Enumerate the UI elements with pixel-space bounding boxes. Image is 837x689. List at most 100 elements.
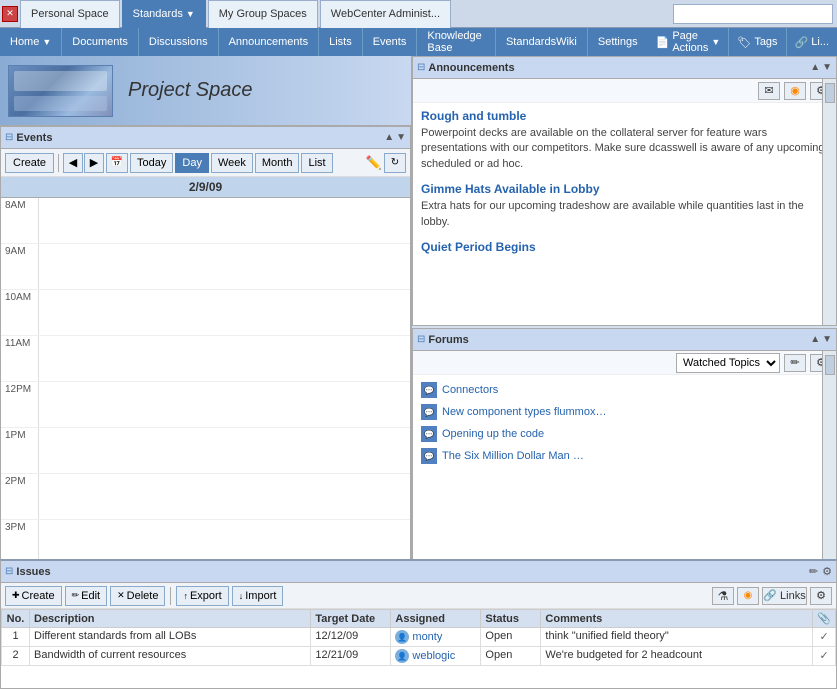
time-slot-12pm: 12PM bbox=[1, 382, 410, 428]
links-icon: 🔗 bbox=[795, 36, 809, 49]
menu-standards-wiki[interactable]: StandardsWiki bbox=[495, 28, 587, 56]
issues-edit-btn[interactable]: ✏ Edit bbox=[65, 586, 108, 606]
forum-icon-1: 💬 bbox=[421, 382, 437, 398]
ann-item-1: Rough and tumble Powerpoint decks are av… bbox=[421, 109, 828, 172]
menu-links[interactable]: 🔗 Li... bbox=[786, 28, 837, 56]
menu-lists[interactable]: Lists bbox=[318, 28, 362, 56]
cal-icon-btn[interactable]: 📅 bbox=[106, 153, 128, 173]
issues-panel-title: Issues bbox=[16, 566, 809, 578]
events-scroll-down-icon[interactable]: ▼ bbox=[396, 132, 406, 143]
forum-link-4[interactable]: The Six Million Dollar Man … bbox=[442, 450, 584, 462]
ann-rss-icon[interactable]: ◉ bbox=[784, 82, 806, 100]
ann-compose-icon[interactable]: ✉ bbox=[758, 82, 780, 100]
issues-import-btn[interactable]: ↓ Import bbox=[232, 586, 284, 606]
forum-item-1: 💬 Connectors bbox=[421, 379, 828, 401]
issues-panel: ⊟ Issues ✏ ⚙ ✚ Create ✏ Edit ✕ Delete ↑ … bbox=[0, 559, 837, 689]
forum-icon-2: 💬 bbox=[421, 404, 437, 420]
user-icon-monty: 👤 bbox=[395, 630, 409, 644]
week-btn[interactable]: Week bbox=[211, 153, 253, 173]
edit-event-icon[interactable]: ✏️ bbox=[366, 155, 382, 171]
issues-rss-icon[interactable]: ◉ bbox=[737, 587, 759, 605]
user-icon-weblogic: 👤 bbox=[395, 649, 409, 663]
forum-link-3[interactable]: Opening up the code bbox=[442, 428, 544, 440]
tab-webcenter-admin[interactable]: WebCenter Administ... bbox=[320, 0, 451, 28]
ann-title-1[interactable]: Rough and tumble bbox=[421, 109, 828, 123]
events-panel-title: Events bbox=[16, 132, 384, 144]
col-description: Description bbox=[30, 610, 311, 628]
issues-settings-icon[interactable]: ⚙ bbox=[822, 565, 832, 578]
col-attach: 📎 bbox=[813, 610, 836, 628]
issues-row-2: 2 Bandwidth of current resources 12/21/0… bbox=[2, 647, 836, 666]
forums-edit-icon[interactable]: ✏ bbox=[784, 354, 806, 372]
issues-settings2-icon[interactable]: ⚙ bbox=[810, 587, 832, 605]
page-actions-arrow-icon: ▼ bbox=[711, 37, 720, 47]
issues-edit-icon[interactable]: ✏ bbox=[809, 565, 818, 578]
ann-title-3[interactable]: Quiet Period Begins bbox=[421, 240, 828, 254]
cal-prev-btn[interactable]: ◀ bbox=[63, 153, 83, 173]
issues-import-icon: ↓ bbox=[239, 591, 244, 601]
close-btn[interactable]: ✕ bbox=[2, 6, 18, 22]
menu-settings[interactable]: Settings bbox=[587, 28, 648, 56]
menu-documents[interactable]: Documents bbox=[61, 28, 138, 56]
menu-knowledge-base[interactable]: Knowledge Base bbox=[416, 28, 495, 56]
forums-expand-icon[interactable]: ⊟ bbox=[417, 334, 425, 345]
events-scroll-up-icon[interactable]: ▲ bbox=[384, 132, 394, 143]
announcements-panel: ⊟ Announcements ▲ ▼ ✉ ◉ ⚙ Rough and tumb… bbox=[412, 56, 837, 326]
issues-filter-icon[interactable]: ⚗ bbox=[712, 587, 734, 605]
assigned-weblogic[interactable]: weblogic bbox=[412, 650, 455, 662]
month-btn[interactable]: Month bbox=[255, 153, 300, 173]
issues-export-btn[interactable]: ↑ Export bbox=[176, 586, 228, 606]
menu-discussions[interactable]: Discussions bbox=[138, 28, 218, 56]
day-btn[interactable]: Day bbox=[175, 153, 209, 173]
forums-panel-title: Forums bbox=[428, 334, 810, 346]
tab-my-group-spaces[interactable]: My Group Spaces bbox=[208, 0, 318, 28]
col-comments: Comments bbox=[541, 610, 813, 628]
issues-row-1: 1 Different standards from all LOBs 12/1… bbox=[2, 628, 836, 647]
ann-scroll-down-icon[interactable]: ▼ bbox=[822, 62, 832, 73]
issues-create-icon: ✚ bbox=[12, 590, 20, 601]
create-event-btn[interactable]: Create bbox=[5, 153, 54, 173]
ann-text-2: Extra hats for our upcoming tradeshow ar… bbox=[421, 199, 828, 230]
refresh-event-icon[interactable]: ↻ bbox=[384, 153, 406, 173]
forum-link-2[interactable]: New component types flummox… bbox=[442, 406, 606, 418]
standards-dropdown-icon[interactable]: ▼ bbox=[186, 9, 195, 19]
forum-icon-3: 💬 bbox=[421, 426, 437, 442]
col-assigned: Assigned bbox=[391, 610, 481, 628]
issues-expand-icon[interactable]: ⊟ bbox=[5, 566, 13, 577]
forums-filter-select[interactable]: Watched Topics bbox=[676, 353, 780, 373]
ann-scroll-indicator[interactable] bbox=[822, 79, 836, 325]
list-btn[interactable]: List bbox=[301, 153, 332, 173]
assigned-monty[interactable]: monty bbox=[412, 631, 442, 643]
issues-create-btn[interactable]: ✚ Create bbox=[5, 586, 62, 606]
menu-page-actions[interactable]: 📄 Page Actions ▼ bbox=[648, 28, 729, 56]
forums-scroll-down-icon[interactable]: ▼ bbox=[822, 334, 832, 345]
tags-icon: 🏷 bbox=[737, 36, 751, 49]
page-actions-icon: 📄 bbox=[656, 36, 670, 49]
ann-title-2[interactable]: Gimme Hats Available in Lobby bbox=[421, 182, 828, 196]
issues-links-icon[interactable]: 🔗 Links bbox=[762, 587, 807, 605]
menu-home[interactable]: Home ▼ bbox=[0, 28, 61, 56]
ann-expand-icon[interactable]: ⊟ bbox=[417, 62, 425, 73]
project-title: Project Space bbox=[128, 79, 253, 102]
forums-scroll-up-icon[interactable]: ▲ bbox=[810, 334, 820, 345]
ann-text-1: Powerpoint decks are available on the co… bbox=[421, 126, 828, 172]
menu-announcements[interactable]: Announcements bbox=[218, 28, 319, 56]
issues-delete-icon: ✕ bbox=[117, 590, 125, 601]
ann-scroll-up-icon[interactable]: ▲ bbox=[810, 62, 820, 73]
time-slot-8am: 8AM bbox=[1, 198, 410, 244]
menu-tags[interactable]: 🏷 Tags bbox=[728, 28, 785, 56]
time-slot-9am: 9AM bbox=[1, 244, 410, 290]
forum-link-1[interactable]: Connectors bbox=[442, 384, 498, 396]
tab-standards[interactable]: Standards ▼ bbox=[122, 0, 206, 28]
menu-events[interactable]: Events bbox=[362, 28, 417, 56]
col-target-date: Target Date bbox=[311, 610, 391, 628]
cal-next-btn[interactable]: ▶ bbox=[84, 153, 104, 173]
today-btn[interactable]: Today bbox=[130, 153, 173, 173]
search-input[interactable] bbox=[673, 4, 833, 24]
events-expand-icon[interactable]: ⊟ bbox=[5, 132, 13, 143]
ann-item-3: Quiet Period Begins bbox=[421, 240, 828, 254]
tab-personal-space[interactable]: Personal Space bbox=[20, 0, 120, 28]
forum-item-2: 💬 New component types flummox… bbox=[421, 401, 828, 423]
issues-delete-btn[interactable]: ✕ Delete bbox=[110, 586, 165, 606]
attach-check-2: ✓ bbox=[820, 650, 829, 662]
